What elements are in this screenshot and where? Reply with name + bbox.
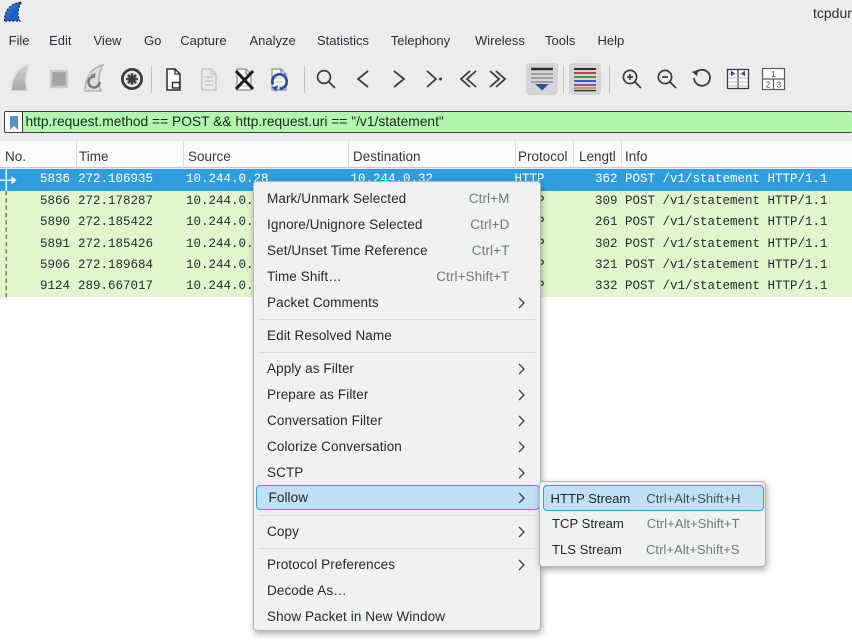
svg-text:2: 2 (766, 81, 771, 90)
svg-text:1: 1 (771, 70, 776, 79)
svg-text:3: 3 (777, 81, 782, 90)
